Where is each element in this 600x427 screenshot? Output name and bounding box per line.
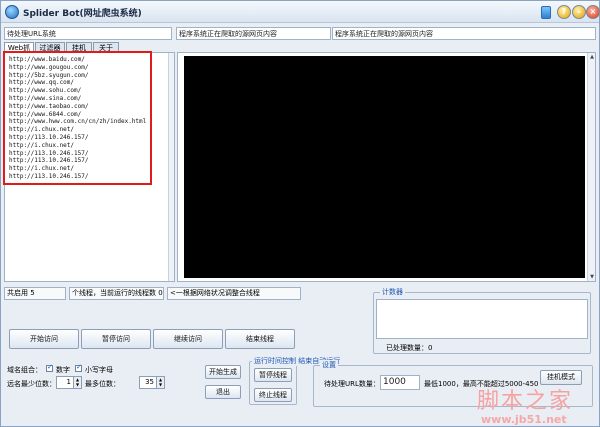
pending-urls-label: 待处理URL数量： [324,380,380,388]
watermark-url: www.jb51.net [481,413,567,426]
max-digits-value: 35 [145,378,154,386]
crawl-display [184,56,585,278]
watermark-logo: 脚本之家 www.jb51.net [469,383,600,427]
digits-label: 数字 [56,366,70,374]
title-bar[interactable]: Splider Bot(网址爬虫系统) ? – × [1,1,600,23]
exit-button[interactable]: 退出 [205,385,241,399]
max-digits-stepper[interactable]: 35 ▲ ▼ [139,376,165,389]
resume-visit-button[interactable]: 继续访问 [153,329,223,349]
content-pane: ▲ ▼ [177,52,596,282]
min-digits-label: 远名最少位数： [7,380,56,388]
scroll-down-icon[interactable]: ▼ [589,274,595,280]
settings-group-label: 设置 [320,360,338,370]
lowercase-checkbox[interactable] [75,363,82,372]
content-scrollbar[interactable]: ▲ ▼ [587,53,595,281]
close-button[interactable]: × [586,5,600,19]
app-window: Splider Bot(网址爬虫系统) ? – × 待处理URL系统 程序系统正… [0,0,600,427]
min-digits-stepper[interactable]: 1 ▲ ▼ [56,376,82,389]
pause-thread-button[interactable]: 暂停线程 [254,368,292,382]
source-content-field-2[interactable]: 程序系统正在爬取的源网页内容 [332,27,596,40]
counter-group-label: 计数器 [380,287,405,297]
pending-urls-input[interactable]: 1000 [380,375,420,390]
domain-combo-label: 域名组合： [7,366,42,374]
pending-url-field[interactable]: 待处理URL系统 [4,27,172,40]
app-icon [5,5,19,19]
digits-checkbox[interactable] [46,363,53,372]
start-visit-button[interactable]: 开始访问 [9,329,79,349]
stepper-arrows-icon[interactable]: ▲ ▼ [156,377,164,388]
timer-group: 运行时间控制 结束自动运行 暂停线程 终止线程 [249,356,372,405]
thread-total: 共启用 5 [4,287,66,300]
watermark-cn: 脚本之家 [477,389,574,414]
min-digits-value: 1 [66,378,71,386]
scroll-up-icon[interactable]: ▲ [589,54,595,60]
thread-hint: <一根据网络状况调整合线程 [167,287,301,300]
url-pane-scrollbar[interactable] [168,53,174,281]
highlight-annotation [3,51,152,185]
processed-count: 已处理数量：0 [386,344,433,352]
terminate-thread-button[interactable]: 终止线程 [254,388,292,402]
pause-visit-button[interactable]: 暂停访问 [81,329,151,349]
skin-icon[interactable] [541,6,551,19]
stepper-arrows-icon[interactable]: ▲ ▼ [73,377,81,388]
start-generate-button[interactable]: 开始生成 [205,365,241,379]
lowercase-label: 小写字母 [85,366,113,374]
counter-group: 计数器 已处理数量：0 [373,287,591,354]
counter-log[interactable] [376,299,588,339]
window-title: Splider Bot(网址爬虫系统) [23,9,142,19]
help-button[interactable]: ? [557,5,571,19]
source-content-field-1[interactable]: 程序系统正在爬取的源网页内容 [176,27,331,40]
stop-thread-button[interactable]: 结束线程 [225,329,295,349]
minimize-button[interactable]: – [572,5,586,19]
max-digits-label: 最多位数： [85,380,120,388]
running-threads-status: 个线程，当前运行的线程数 0 个 [69,287,164,300]
